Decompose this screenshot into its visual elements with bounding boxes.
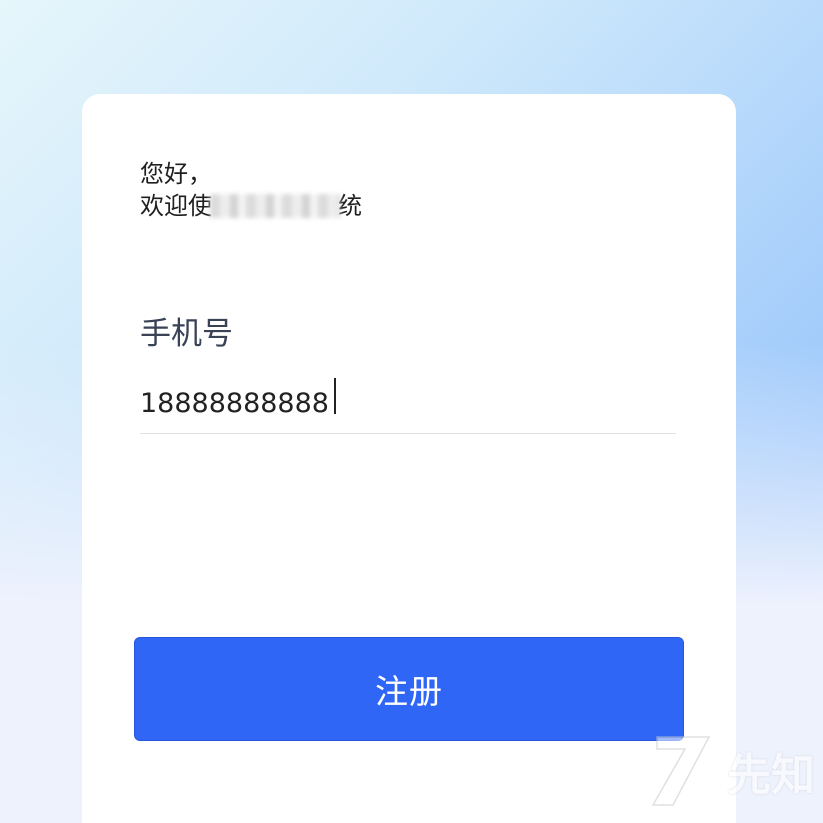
greeting-line-2-suffix: 统 xyxy=(338,192,362,220)
phone-input[interactable] xyxy=(140,374,676,434)
phone-label: 手机号 xyxy=(140,316,233,352)
register-card: 您好， 欢迎使 统 手机号 注册 xyxy=(82,94,736,823)
greeting-line-2: 欢迎使 统 xyxy=(140,190,362,222)
watermark-text: 先知 xyxy=(727,750,815,801)
redacted-system-name xyxy=(210,194,340,218)
text-caret xyxy=(334,378,336,414)
watermark-logo-icon xyxy=(651,736,711,806)
greeting-line-1: 您好， xyxy=(140,160,212,188)
register-button[interactable]: 注册 xyxy=(134,637,684,741)
watermark: 先知 xyxy=(651,735,815,807)
greeting-line-2-prefix: 欢迎使 xyxy=(140,192,212,220)
greeting: 您好， 欢迎使 统 xyxy=(140,158,362,222)
